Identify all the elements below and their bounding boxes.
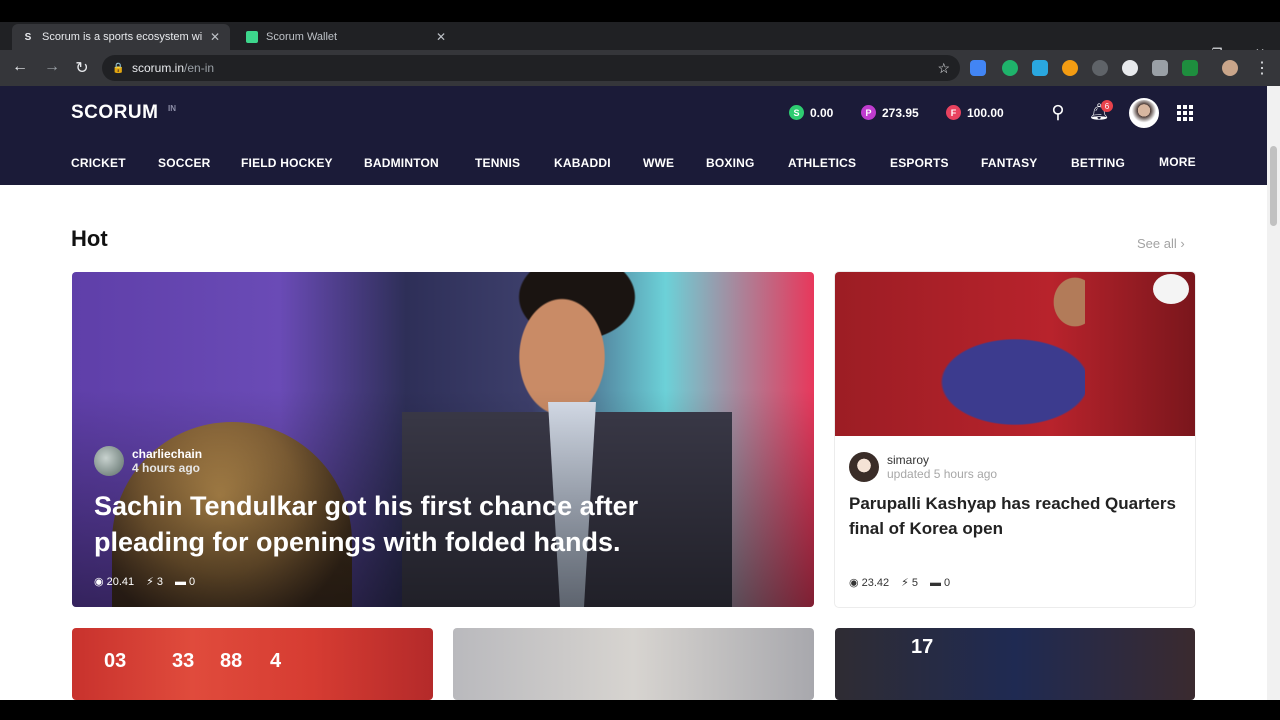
close-icon[interactable]: ✕ xyxy=(210,30,220,44)
wallet-fp[interactable]: F 100.00 xyxy=(946,105,1004,120)
site-header: SCORUM IN S 0.00 P 273.95 F 100.00 ⚲ 🔔︎ … xyxy=(0,86,1267,185)
wallet-sp[interactable]: P 273.95 xyxy=(861,105,919,120)
wallet-scr[interactable]: S 0.00 xyxy=(789,105,833,120)
jersey-number: 33 xyxy=(172,650,195,672)
author-block: charliechain 4 hours ago xyxy=(94,446,202,476)
lightning-icon[interactable]: ⚡︎ xyxy=(901,576,909,589)
tab-title: Scorum is a sports ecosystem wi xyxy=(42,31,203,43)
jersey-number: 88 xyxy=(220,650,243,672)
card-title[interactable]: Parupalli Kashyap has reached Quarters f… xyxy=(849,491,1179,541)
coins-value: 20.41 xyxy=(106,575,135,588)
apps-grid-icon[interactable] xyxy=(1177,105,1193,121)
wallet-value: 0.00 xyxy=(810,105,834,120)
nav-badminton[interactable]: BADMINTON xyxy=(364,156,439,170)
nav-more[interactable]: MORE xyxy=(1159,155,1196,169)
votes-value: 5 xyxy=(911,576,918,589)
nav-tennis[interactable]: TENNIS xyxy=(475,156,520,170)
url-host: scorum.in xyxy=(132,61,185,75)
article-thumbnail-3[interactable]: 17 xyxy=(835,628,1195,700)
card-stats: ◉ 23.42 ⚡︎ 5 ▬ 0 xyxy=(849,576,951,590)
comment-icon[interactable]: ▬ xyxy=(930,577,941,589)
tab-title: Scorum Wallet xyxy=(266,31,338,43)
coins-value: 23.42 xyxy=(861,576,890,589)
back-icon[interactable]: ← xyxy=(10,58,30,76)
post-time: updated 5 hours ago xyxy=(887,467,998,481)
extension-clock-icon[interactable] xyxy=(1122,60,1138,76)
section-title-hot: Hot xyxy=(71,226,108,251)
hero-title[interactable]: Sachin Tendulkar got his first chance af… xyxy=(94,488,734,560)
category-nav: CRICKET SOCCER FIELD HOCKEY BADMINTON TE… xyxy=(0,155,1267,176)
nav-athletics[interactable]: ATHLETICS xyxy=(788,156,856,170)
url-path: /en-in xyxy=(184,61,215,75)
scorum-favicon-icon: S xyxy=(24,31,32,43)
post-time: 4 hours ago xyxy=(132,461,201,475)
extension-orange-icon[interactable] xyxy=(1062,60,1078,76)
votes-value: 3 xyxy=(156,575,163,588)
nav-kabaddi[interactable]: KABADDI xyxy=(554,156,611,170)
nav-wwe[interactable]: WWE xyxy=(643,156,674,170)
wallet-value: 100.00 xyxy=(967,105,1004,120)
reload-icon[interactable]: ↻ xyxy=(72,58,92,78)
jersey-number: 03 xyxy=(104,650,127,672)
notification-badge: 6 xyxy=(1101,100,1113,112)
author-avatar[interactable] xyxy=(849,452,879,482)
wallet-favicon-icon xyxy=(246,31,258,43)
nav-soccer[interactable]: SOCCER xyxy=(158,156,211,170)
jersey-number: 17 xyxy=(911,636,934,658)
author-avatar[interactable] xyxy=(94,446,124,476)
nav-betting[interactable]: BETTING xyxy=(1071,156,1125,170)
extension-grammarly-icon[interactable] xyxy=(1002,60,1018,76)
lightning-icon[interactable]: ⚡︎ xyxy=(146,575,154,588)
author-name[interactable]: charliechain xyxy=(132,447,202,461)
extension-green-icon[interactable] xyxy=(1182,60,1198,76)
badminton-photo xyxy=(835,272,1195,436)
comments-value: 0 xyxy=(189,575,196,588)
extension-circle-icon[interactable] xyxy=(1092,60,1108,76)
page-scrollbar[interactable] xyxy=(1267,86,1280,700)
lock-icon: 🔒 xyxy=(112,63,125,74)
extension-arrow-icon[interactable] xyxy=(1032,60,1048,76)
extension-calendar-icon[interactable] xyxy=(970,60,986,76)
author-name[interactable]: simaroy xyxy=(887,453,997,467)
fp-coin-icon: F xyxy=(946,105,961,120)
sp-coin-icon: P xyxy=(861,105,876,120)
nav-esports[interactable]: ESPORTS xyxy=(890,156,949,170)
close-icon[interactable]: ✕ xyxy=(436,30,446,44)
scorum-logo[interactable]: SCORUM xyxy=(71,102,158,124)
page: SCORUM IN S 0.00 P 273.95 F 100.00 ⚲ 🔔︎ … xyxy=(0,86,1267,700)
region-label: IN xyxy=(168,104,176,113)
nav-boxing[interactable]: BOXING xyxy=(706,156,755,170)
coin-icon: ◉ xyxy=(849,577,859,589)
profile-avatar-icon[interactable] xyxy=(1222,60,1238,76)
nav-fantasy[interactable]: FANTASY xyxy=(981,156,1038,170)
tab-scorum[interactable]: S Scorum is a sports ecosystem wi ✕ xyxy=(12,24,230,50)
article-thumbnail-2[interactable] xyxy=(453,628,814,700)
shuttlecock xyxy=(1153,274,1189,304)
extension-puzzle-icon[interactable] xyxy=(1152,60,1168,76)
search-icon[interactable]: ⚲ xyxy=(1047,102,1069,123)
browser-toolbar: ← → ↻ 🔒 scorum.in/en-in ☆ ⋮ xyxy=(0,50,1280,86)
nav-field-hockey[interactable]: FIELD HOCKEY xyxy=(241,156,333,170)
hero-article[interactable]: charliechain 4 hours ago Sachin Tendulka… xyxy=(72,272,814,607)
coin-icon: ◉ xyxy=(94,576,104,588)
bookmark-star-icon[interactable]: ☆ xyxy=(937,60,950,77)
article-thumbnail-1[interactable]: 03 33 88 4 xyxy=(72,628,433,700)
hero-stats: ◉ 20.41 ⚡︎ 3 ▬ 0 xyxy=(94,575,196,589)
address-bar[interactable]: 🔒 scorum.in/en-in ☆ xyxy=(102,55,960,81)
scrollbar-thumb[interactable] xyxy=(1270,146,1277,226)
see-all-link[interactable]: See all › xyxy=(1137,236,1185,251)
jersey-number: 4 xyxy=(270,650,282,672)
user-avatar[interactable] xyxy=(1129,98,1159,128)
menu-dots-icon[interactable]: ⋮ xyxy=(1252,58,1272,78)
nav-cricket[interactable]: CRICKET xyxy=(71,156,126,170)
tab-strip: S Scorum is a sports ecosystem wi ✕ Scor… xyxy=(0,22,1280,66)
scr-coin-icon: S xyxy=(789,105,804,120)
side-article-card[interactable]: simaroy updated 5 hours ago Parupalli Ka… xyxy=(835,272,1195,607)
comments-value: 0 xyxy=(944,576,951,589)
tab-scorum-wallet[interactable]: Scorum Wallet ✕ xyxy=(236,24,456,50)
forward-icon[interactable]: → xyxy=(42,58,62,76)
author-block: simaroy updated 5 hours ago xyxy=(849,452,997,482)
comment-icon[interactable]: ▬ xyxy=(175,576,186,588)
wallet-value: 273.95 xyxy=(882,105,919,120)
